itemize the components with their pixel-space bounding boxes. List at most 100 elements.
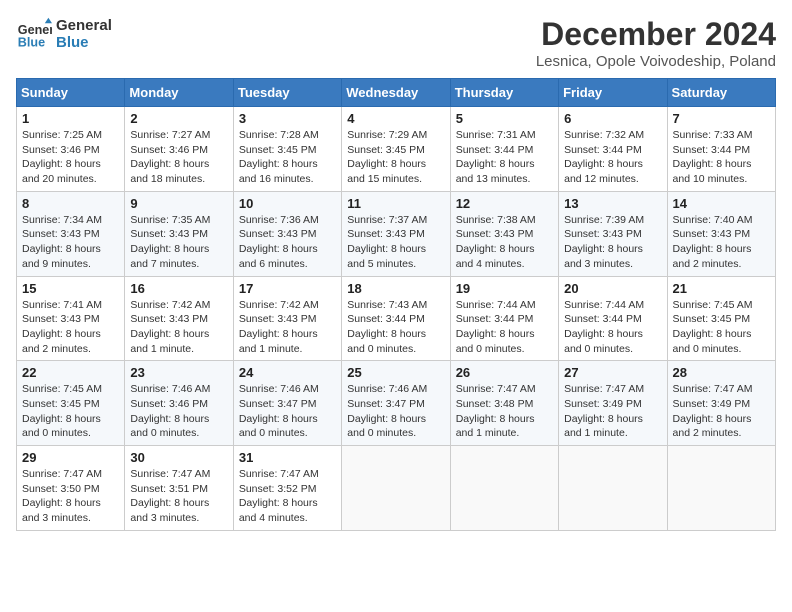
day-cell-5: 5 Sunrise: 7:31 AM Sunset: 3:44 PM Dayli… (450, 107, 558, 192)
sunset-label: Sunset: 3:44 PM (347, 313, 425, 325)
day-cell-2: 2 Sunrise: 7:27 AM Sunset: 3:46 PM Dayli… (125, 107, 233, 192)
day-cell-12: 12 Sunrise: 7:38 AM Sunset: 3:43 PM Dayl… (450, 191, 558, 276)
day-cell-24: 24 Sunrise: 7:46 AM Sunset: 3:47 PM Dayl… (233, 361, 341, 446)
week-row-5: 29 Sunrise: 7:47 AM Sunset: 3:50 PM Dayl… (17, 446, 776, 531)
daylight-label: Daylight: 8 hours and 3 minutes. (130, 497, 209, 524)
empty-cell (450, 446, 558, 531)
daylight-label: Daylight: 8 hours and 4 minutes. (239, 497, 318, 524)
day-info: Sunrise: 7:40 AM Sunset: 3:43 PM Dayligh… (673, 213, 770, 272)
day-info: Sunrise: 7:45 AM Sunset: 3:45 PM Dayligh… (673, 298, 770, 357)
empty-cell (667, 446, 775, 531)
day-number: 31 (239, 450, 336, 465)
day-info: Sunrise: 7:38 AM Sunset: 3:43 PM Dayligh… (456, 213, 553, 272)
day-number: 6 (564, 111, 661, 126)
day-info: Sunrise: 7:35 AM Sunset: 3:43 PM Dayligh… (130, 213, 227, 272)
daylight-label: Daylight: 8 hours and 15 minutes. (347, 158, 426, 185)
sunrise-label: Sunrise: 7:38 AM (456, 214, 536, 226)
day-cell-18: 18 Sunrise: 7:43 AM Sunset: 3:44 PM Dayl… (342, 276, 450, 361)
day-number: 25 (347, 365, 444, 380)
day-number: 1 (22, 111, 119, 126)
sunset-label: Sunset: 3:48 PM (456, 398, 534, 410)
title-area: December 2024 Lesnica, Opole Voivodeship… (536, 16, 776, 70)
day-info: Sunrise: 7:32 AM Sunset: 3:44 PM Dayligh… (564, 128, 661, 187)
day-cell-16: 16 Sunrise: 7:42 AM Sunset: 3:43 PM Dayl… (125, 276, 233, 361)
day-number: 2 (130, 111, 227, 126)
day-cell-30: 30 Sunrise: 7:47 AM Sunset: 3:51 PM Dayl… (125, 446, 233, 531)
day-info: Sunrise: 7:25 AM Sunset: 3:46 PM Dayligh… (22, 128, 119, 187)
day-cell-6: 6 Sunrise: 7:32 AM Sunset: 3:44 PM Dayli… (559, 107, 667, 192)
day-info: Sunrise: 7:37 AM Sunset: 3:43 PM Dayligh… (347, 213, 444, 272)
sunrise-label: Sunrise: 7:25 AM (22, 129, 102, 141)
sunset-label: Sunset: 3:43 PM (130, 313, 208, 325)
day-number: 27 (564, 365, 661, 380)
day-number: 30 (130, 450, 227, 465)
day-cell-25: 25 Sunrise: 7:46 AM Sunset: 3:47 PM Dayl… (342, 361, 450, 446)
day-number: 8 (22, 196, 119, 211)
day-number: 7 (673, 111, 770, 126)
day-number: 12 (456, 196, 553, 211)
daylight-label: Daylight: 8 hours and 0 minutes. (22, 413, 101, 440)
day-info: Sunrise: 7:47 AM Sunset: 3:49 PM Dayligh… (564, 382, 661, 441)
day-info: Sunrise: 7:27 AM Sunset: 3:46 PM Dayligh… (130, 128, 227, 187)
sunrise-label: Sunrise: 7:29 AM (347, 129, 427, 141)
sunset-label: Sunset: 3:43 PM (22, 313, 100, 325)
weekday-header-sunday: Sunday (17, 79, 125, 107)
day-cell-15: 15 Sunrise: 7:41 AM Sunset: 3:43 PM Dayl… (17, 276, 125, 361)
sunset-label: Sunset: 3:43 PM (673, 228, 751, 240)
sunset-label: Sunset: 3:47 PM (347, 398, 425, 410)
day-number: 20 (564, 281, 661, 296)
daylight-label: Daylight: 8 hours and 18 minutes. (130, 158, 209, 185)
day-number: 21 (673, 281, 770, 296)
day-info: Sunrise: 7:41 AM Sunset: 3:43 PM Dayligh… (22, 298, 119, 357)
daylight-label: Daylight: 8 hours and 7 minutes. (130, 243, 209, 270)
day-cell-27: 27 Sunrise: 7:47 AM Sunset: 3:49 PM Dayl… (559, 361, 667, 446)
day-info: Sunrise: 7:47 AM Sunset: 3:48 PM Dayligh… (456, 382, 553, 441)
day-cell-3: 3 Sunrise: 7:28 AM Sunset: 3:45 PM Dayli… (233, 107, 341, 192)
day-cell-10: 10 Sunrise: 7:36 AM Sunset: 3:43 PM Dayl… (233, 191, 341, 276)
daylight-label: Daylight: 8 hours and 0 minutes. (239, 413, 318, 440)
day-number: 14 (673, 196, 770, 211)
day-number: 11 (347, 196, 444, 211)
sunset-label: Sunset: 3:43 PM (564, 228, 642, 240)
day-cell-4: 4 Sunrise: 7:29 AM Sunset: 3:45 PM Dayli… (342, 107, 450, 192)
day-cell-20: 20 Sunrise: 7:44 AM Sunset: 3:44 PM Dayl… (559, 276, 667, 361)
day-cell-19: 19 Sunrise: 7:44 AM Sunset: 3:44 PM Dayl… (450, 276, 558, 361)
daylight-label: Daylight: 8 hours and 1 minute. (239, 328, 318, 355)
daylight-label: Daylight: 8 hours and 0 minutes. (347, 413, 426, 440)
sunrise-label: Sunrise: 7:42 AM (239, 299, 319, 311)
day-cell-8: 8 Sunrise: 7:34 AM Sunset: 3:43 PM Dayli… (17, 191, 125, 276)
sunrise-label: Sunrise: 7:34 AM (22, 214, 102, 226)
sunrise-label: Sunrise: 7:41 AM (22, 299, 102, 311)
sunset-label: Sunset: 3:47 PM (239, 398, 317, 410)
sunrise-label: Sunrise: 7:39 AM (564, 214, 644, 226)
sunset-label: Sunset: 3:51 PM (130, 483, 208, 495)
daylight-label: Daylight: 8 hours and 0 minutes. (347, 328, 426, 355)
day-number: 10 (239, 196, 336, 211)
sunrise-label: Sunrise: 7:47 AM (130, 468, 210, 480)
day-number: 29 (22, 450, 119, 465)
sunrise-label: Sunrise: 7:47 AM (564, 383, 644, 395)
day-info: Sunrise: 7:44 AM Sunset: 3:44 PM Dayligh… (564, 298, 661, 357)
day-number: 18 (347, 281, 444, 296)
sunrise-label: Sunrise: 7:28 AM (239, 129, 319, 141)
calendar: SundayMondayTuesdayWednesdayThursdayFrid… (16, 78, 776, 531)
day-cell-7: 7 Sunrise: 7:33 AM Sunset: 3:44 PM Dayli… (667, 107, 775, 192)
daylight-label: Daylight: 8 hours and 2 minutes. (22, 328, 101, 355)
day-number: 26 (456, 365, 553, 380)
sunrise-label: Sunrise: 7:36 AM (239, 214, 319, 226)
daylight-label: Daylight: 8 hours and 0 minutes. (673, 328, 752, 355)
week-row-3: 15 Sunrise: 7:41 AM Sunset: 3:43 PM Dayl… (17, 276, 776, 361)
sunset-label: Sunset: 3:43 PM (239, 228, 317, 240)
sunset-label: Sunset: 3:44 PM (673, 144, 751, 156)
sunrise-label: Sunrise: 7:31 AM (456, 129, 536, 141)
day-info: Sunrise: 7:44 AM Sunset: 3:44 PM Dayligh… (456, 298, 553, 357)
day-cell-29: 29 Sunrise: 7:47 AM Sunset: 3:50 PM Dayl… (17, 446, 125, 531)
day-number: 23 (130, 365, 227, 380)
sunrise-label: Sunrise: 7:43 AM (347, 299, 427, 311)
day-cell-9: 9 Sunrise: 7:35 AM Sunset: 3:43 PM Dayli… (125, 191, 233, 276)
day-info: Sunrise: 7:45 AM Sunset: 3:45 PM Dayligh… (22, 382, 119, 441)
sunset-label: Sunset: 3:44 PM (456, 313, 534, 325)
week-row-1: 1 Sunrise: 7:25 AM Sunset: 3:46 PM Dayli… (17, 107, 776, 192)
sunset-label: Sunset: 3:43 PM (456, 228, 534, 240)
daylight-label: Daylight: 8 hours and 1 minute. (130, 328, 209, 355)
